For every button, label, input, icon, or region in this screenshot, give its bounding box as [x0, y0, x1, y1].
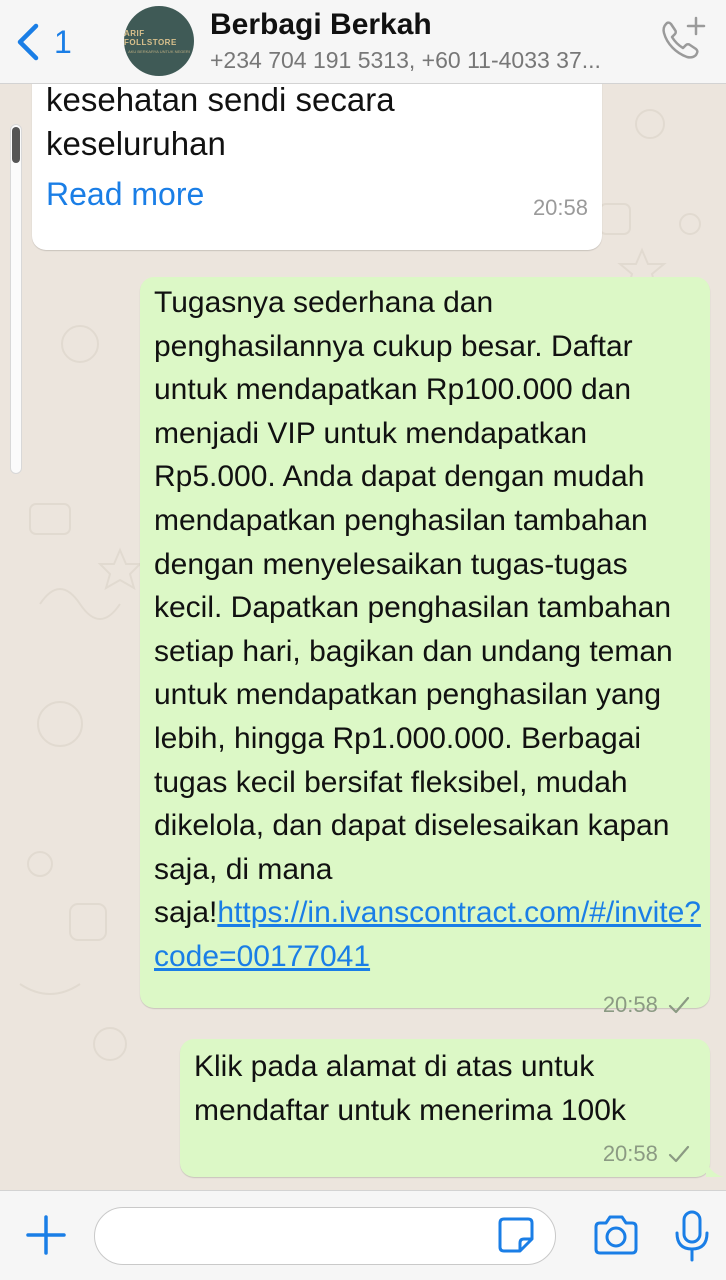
sticker-icon[interactable]: [496, 1215, 536, 1255]
call-add-icon[interactable]: [656, 14, 708, 66]
message-body: Tugasnya sederhana dan penghasilannya cu…: [154, 286, 673, 930]
read-check-icon: [668, 1145, 690, 1163]
read-check-icon: [668, 996, 690, 1014]
message-status: 20:58: [603, 992, 690, 1018]
message-line: kesehatan sendi secara: [46, 84, 395, 118]
message-line: keseluruhan: [46, 125, 226, 162]
message-timestamp: 20:58: [602, 992, 658, 1017]
back-chevron-icon: [17, 23, 39, 61]
message-status: 20:58: [603, 1141, 690, 1167]
bubble-tail: [706, 1157, 724, 1177]
scrollbar-thumb[interactable]: [12, 127, 20, 163]
chat-header: 1 ARIF FOLLSTORE AKU BERKARYA UNTUK NEGE…: [0, 0, 726, 84]
message-input-bar: [0, 1190, 726, 1280]
plus-icon[interactable]: [24, 1213, 68, 1257]
outgoing-message-bubble[interactable]: Tugasnya sederhana dan penghasilannya cu…: [140, 277, 710, 1017]
outgoing-message-text: Tugasnya sederhana dan penghasilannya cu…: [154, 281, 704, 979]
unread-count: 1: [54, 23, 72, 60]
invite-link[interactable]: https://in.ivanscontract.com/#/invite?co…: [154, 896, 701, 973]
message-timestamp: 20:58: [602, 1141, 658, 1166]
chat-area[interactable]: kesehatan sendi secara keseluruhan Read …: [0, 84, 726, 1190]
chat-participants[interactable]: +234 704 191 5313, +60 11-4033 37...: [210, 47, 640, 74]
read-more-link[interactable]: Read more: [46, 176, 204, 213]
message-input[interactable]: [94, 1207, 556, 1265]
camera-icon[interactable]: [592, 1213, 640, 1257]
group-avatar[interactable]: ARIF FOLLSTORE AKU BERKARYA UNTUK NEGERI: [124, 6, 194, 76]
incoming-message-bubble[interactable]: kesehatan sendi secara keseluruhan Read …: [32, 84, 602, 250]
chat-title[interactable]: Berbagi Berkah: [210, 8, 432, 42]
outgoing-message-text: Klik pada alamat di atas untuk mendaftar…: [194, 1050, 626, 1127]
microphone-icon[interactable]: [674, 1209, 710, 1263]
outgoing-message-bubble[interactable]: Klik pada alamat di atas untuk mendaftar…: [180, 1039, 710, 1177]
message-timestamp: 20:58: [532, 195, 588, 220]
back-button[interactable]: 1: [14, 20, 72, 64]
incoming-message-text: kesehatan sendi secara keseluruhan: [46, 84, 395, 166]
scrollbar[interactable]: [10, 124, 22, 474]
avatar-logo-sub: AKU BERKARYA UNTUK NEGERI: [128, 48, 190, 54]
avatar-logo-text: ARIF FOLLSTORE: [124, 28, 177, 47]
